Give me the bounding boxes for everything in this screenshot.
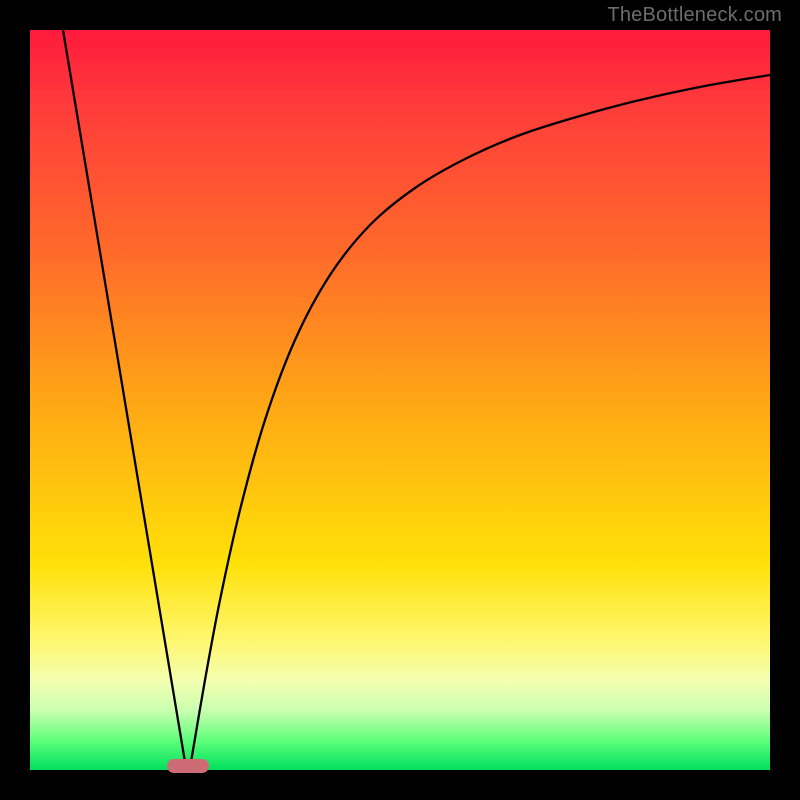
chart-frame: TheBottleneck.com: [0, 0, 800, 800]
curve-layer: [30, 30, 770, 770]
left-line-path: [63, 30, 186, 768]
bottleneck-marker: [167, 759, 209, 773]
right-curve-path: [190, 75, 770, 768]
watermark-text: TheBottleneck.com: [607, 4, 782, 27]
plot-area: [30, 30, 770, 770]
